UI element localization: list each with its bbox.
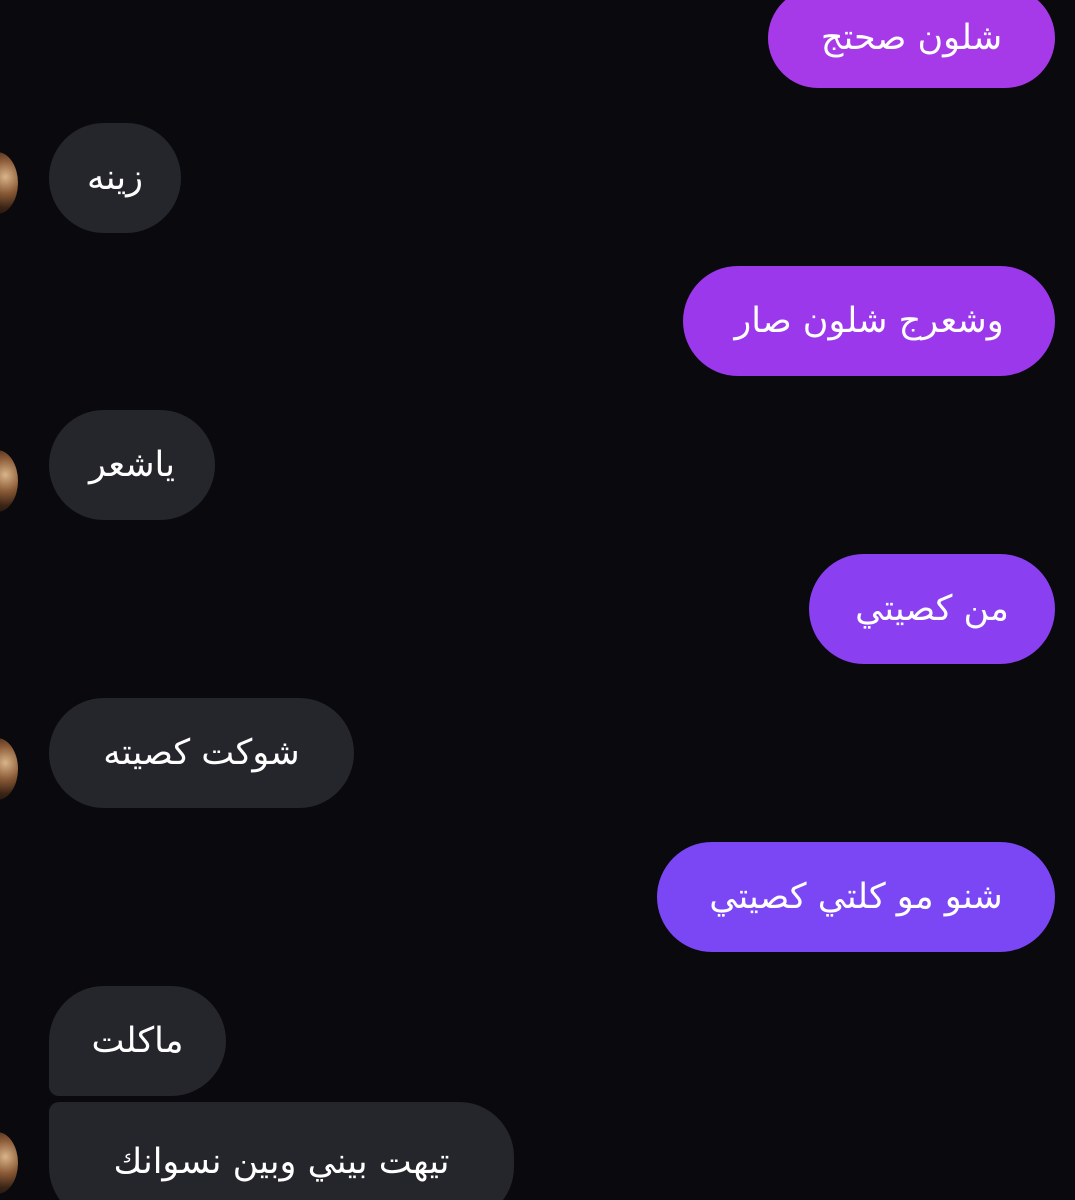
outgoing-message[interactable]: شنو مو كلتي كصيتي bbox=[657, 842, 1055, 952]
contact-avatar[interactable] bbox=[0, 1132, 18, 1194]
incoming-message[interactable]: شوكت كصيته bbox=[49, 698, 354, 808]
incoming-message[interactable]: زينه bbox=[49, 123, 181, 233]
outgoing-message[interactable]: شلون صحتج bbox=[768, 0, 1055, 88]
contact-avatar[interactable] bbox=[0, 450, 18, 512]
incoming-message[interactable]: ماكلت bbox=[49, 986, 226, 1096]
outgoing-message[interactable]: وشعرج شلون صار bbox=[683, 266, 1055, 376]
outgoing-message[interactable]: من كصيتي bbox=[809, 554, 1055, 664]
contact-avatar[interactable] bbox=[0, 152, 18, 214]
chat-thread[interactable]: شلون صحتج زينه وشعرج شلون صار ياشعر من ك… bbox=[0, 0, 1075, 1200]
incoming-message[interactable]: تيهت بيني وبين نسوانك bbox=[49, 1102, 514, 1200]
incoming-message[interactable]: ياشعر bbox=[49, 410, 215, 520]
contact-avatar[interactable] bbox=[0, 738, 18, 800]
